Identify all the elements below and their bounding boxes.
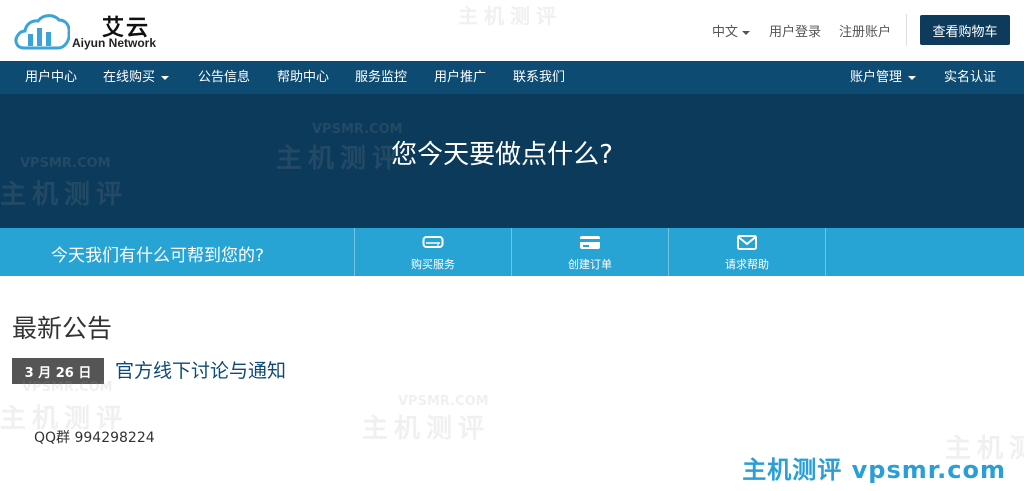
create-order-label: 创建订单 [568, 258, 612, 271]
top-header: 艾云 Aiyun Network 中文 用户登录 注册账户 查看购物车 [0, 0, 1024, 61]
nav-label: 服务监控 [355, 70, 408, 85]
nav-item-contact[interactable]: 联系我们 [513, 61, 565, 94]
language-selector[interactable]: 中文 [712, 21, 751, 40]
help-bar: 今天我们有什么可帮到您的? 购买服务 创建订单 请求帮助 [0, 228, 1024, 276]
nav-item-service-monitor[interactable]: 服务监控 [355, 61, 407, 94]
view-cart-button[interactable]: 查看购物车 [920, 15, 1010, 45]
chevron-down-icon [908, 75, 917, 80]
brand-logo[interactable]: 艾云 Aiyun Network [14, 8, 164, 54]
chevron-down-icon [161, 75, 170, 80]
request-help-label: 请求帮助 [725, 258, 769, 271]
watermark: VPSMR.COM [398, 394, 489, 409]
nav-label: 账户管理 [850, 70, 903, 85]
brand-name-en: Aiyun Network [72, 36, 157, 50]
nav-label: 在线购买 [103, 70, 156, 85]
nav-label: 实名认证 [944, 70, 997, 85]
create-order-button[interactable]: 创建订单 [511, 228, 668, 276]
help-bar-empty-cell [825, 228, 1024, 276]
nav-item-user-center[interactable]: 用户中心 [25, 61, 77, 94]
nav-item-verification[interactable]: 实名认证 [944, 61, 996, 94]
nav-label: 公告信息 [198, 70, 251, 85]
site-watermark: 主机测评 vpsmr.com [742, 456, 1006, 484]
request-help-button[interactable]: 请求帮助 [668, 228, 825, 276]
nav-label: 帮助中心 [277, 70, 330, 85]
watermark: 主机测评 [362, 414, 491, 444]
nav-item-affiliate[interactable]: 用户推广 [434, 61, 486, 94]
help-prompt: 今天我们有什么可帮到您的? [51, 246, 265, 266]
envelope-icon [669, 234, 825, 250]
nav-item-help-center[interactable]: 帮助中心 [277, 61, 329, 94]
announcements-heading: 最新公告 [12, 314, 113, 343]
announcement-date-badge: 3 月 26 日 [12, 358, 104, 384]
announcement-title-link[interactable]: 官方线下讨论与通知 [115, 356, 286, 383]
server-icon [355, 234, 511, 250]
hero-banner: 主机测评 VPSMR.COM 主机测评 VPSMR.COM 您今天要做点什么? [0, 94, 1024, 228]
nav-label: 用户中心 [25, 70, 78, 85]
main-nav: 用户中心 在线购买 公告信息 帮助中心 服务监控 用户推广 联系我们 账户管理 … [0, 61, 1024, 94]
cloud-bars-logo-icon [14, 14, 70, 50]
nav-label: 用户推广 [434, 70, 487, 85]
nav-label: 联系我们 [513, 70, 566, 85]
watermark: 主机测评 [0, 180, 129, 210]
hero-title: 您今天要做点什么? [391, 140, 613, 170]
nav-item-buy-online[interactable]: 在线购买 [103, 61, 170, 94]
language-label: 中文 [712, 25, 739, 40]
nav-item-account-management[interactable]: 账户管理 [850, 61, 917, 94]
buy-service-label: 购买服务 [411, 258, 455, 271]
buy-service-button[interactable]: 购买服务 [354, 228, 511, 276]
nav-item-announcements[interactable]: 公告信息 [198, 61, 250, 94]
register-link[interactable]: 注册账户 [839, 21, 891, 40]
credit-card-icon [512, 234, 668, 250]
chevron-down-icon [742, 30, 751, 35]
divider [906, 14, 907, 46]
login-link[interactable]: 用户登录 [769, 21, 821, 40]
announcement-body: QQ群 994298224 [34, 430, 155, 446]
